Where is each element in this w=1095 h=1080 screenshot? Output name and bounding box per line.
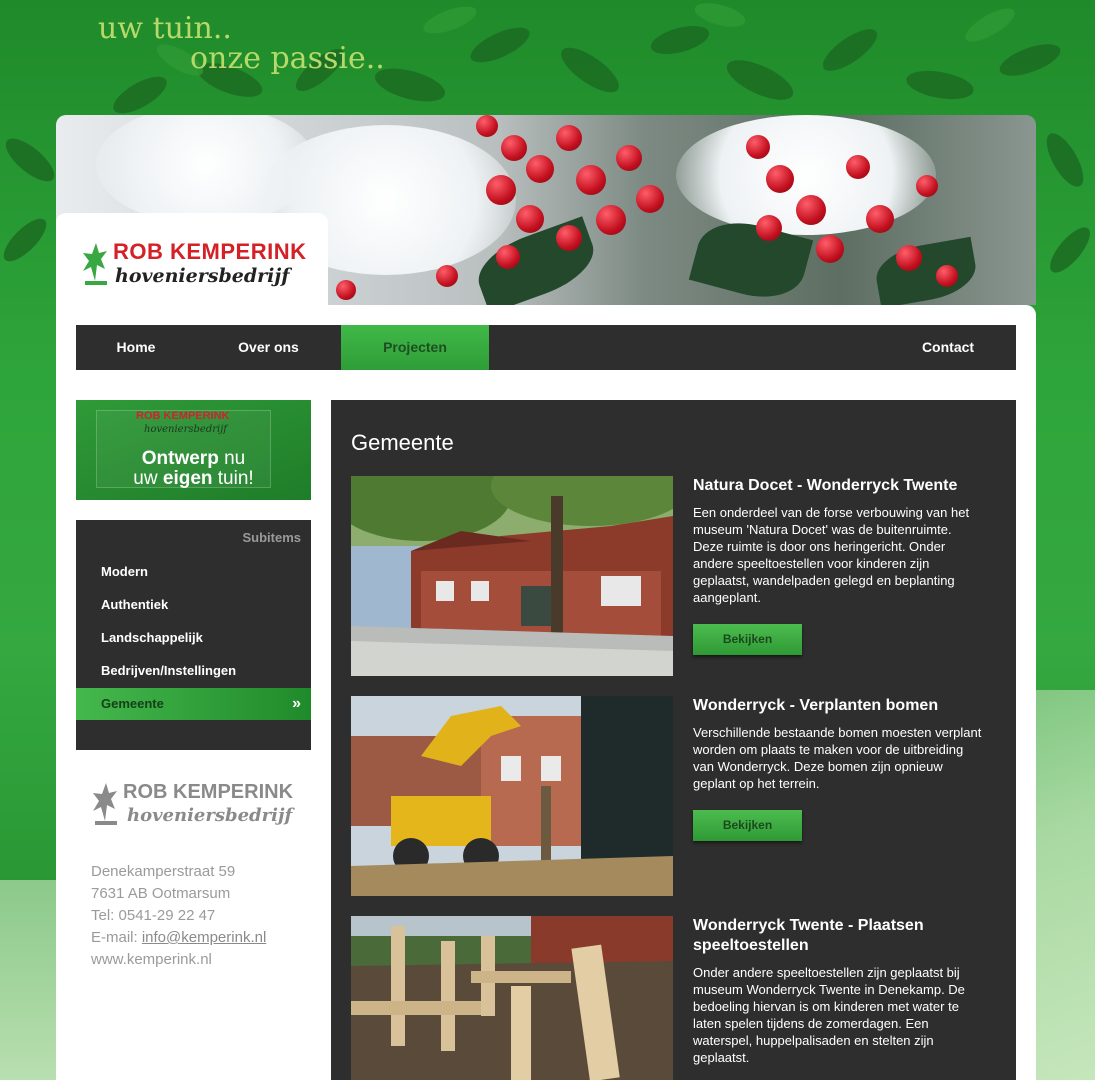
subitems-menu: Subitems Modern Authentiek Landschappeli… [76,520,311,750]
nav-item-contact[interactable]: Contact [888,325,1008,370]
project-item: Wonderryck Twente - Plaatsen speeltoeste… [351,916,996,1080]
project-description: Onder andere speeltoestellen zijn geplaa… [693,965,965,1065]
subnav-item-gemeente-label: Gemeente [101,696,164,711]
view-project-button[interactable]: Bekijken [693,810,802,841]
promo-line-2: uw eigen tuin! [76,468,311,490]
email-link[interactable]: info@kemperink.nl [142,929,266,946]
gardener-icon [93,783,117,825]
projects-panel: Gemeente Natura Docet - Wonderryck Twent… [331,400,1016,1080]
subnav-item-modern[interactable]: Modern [76,556,311,588]
address-city: 7631 AB Ootmarsum [91,885,231,902]
project-title[interactable]: Wonderryck - Verplanten bomen [693,696,983,716]
nav-item-projecten[interactable]: Projecten [341,325,489,370]
project-description: Een onderdeel van de forse verbouwing va… [693,505,970,605]
subnav-item-landschappelijk[interactable]: Landschappelijk [76,622,311,654]
address-phone: Tel: 0541-29 22 47 [91,907,216,924]
contact-address: Denekamperstraat 59 7631 AB Ootmarsum Te… [91,861,266,971]
logo-tab: ROB KEMPERINK hoveniersbedrijf [56,213,328,305]
subnav-item-gemeente[interactable]: Gemeente » [76,688,311,720]
promo-line-1-bold: Ontwerp [141,448,219,469]
logo-subtitle: hoveniersbedrijf [115,265,290,287]
page-container: ROB KEMPERINK hoveniersbedrijf Home Over… [56,115,1036,1080]
design-promo-banner[interactable]: ROB KEMPERINK hoveniersbedrijf Ontwerp n… [76,400,311,500]
footer-logo-subtitle: hoveniersbedrijf [127,805,293,826]
gardener-icon [83,243,107,285]
promo-line-1: Ontwerp nu [76,448,311,470]
promo-line-1-rest: nu [218,448,246,469]
promo-line-2-bold: eigen [162,468,213,489]
address-street: Denekamperstraat 59 [91,863,236,880]
chevron-right-icon: » [292,695,301,712]
project-title[interactable]: Natura Docet - Wonderryck Twente [693,476,983,496]
subnav-item-authentiek[interactable]: Authentiek [76,589,311,621]
logo-name: ROB KEMPERINK [113,239,307,264]
project-photo[interactable] [351,476,673,676]
site-logo[interactable]: ROB KEMPERINK hoveniersbedrijf [81,237,306,293]
promo-line-2-start: uw [133,468,163,489]
email-label: E-mail: [91,929,142,946]
project-title[interactable]: Wonderryck Twente - Plaatsen speeltoeste… [693,916,983,956]
nav-item-over-ons[interactable]: Over ons [206,325,331,370]
project-description: Verschillende bestaande bomen moesten ve… [693,725,982,791]
address-email-row: E-mail: info@kemperink.nl [91,927,266,949]
subnav-item-bedrijven[interactable]: Bedrijven/Instellingen [76,655,311,687]
project-item: Natura Docet - Wonderryck Twente Een ond… [351,476,996,676]
view-project-button[interactable]: Bekijken [693,624,802,655]
project-photo[interactable] [351,916,673,1080]
address-website: www.kemperink.nl [91,951,212,968]
page-title: Gemeente [351,430,454,455]
main-navigation: Home Over ons Projecten Contact [76,325,1016,370]
content-area: Home Over ons Projecten Contact ROB KEMP… [56,305,1036,1080]
project-item: Wonderryck - Verplanten bomen Verschille… [351,696,996,896]
footer-logo-name: ROB KEMPERINK [123,781,294,803]
promo-line-2-end: tuin! [212,468,254,489]
slogan-line-2: onze passie.. [190,41,385,76]
project-photo[interactable] [351,696,673,896]
promo-logo-subtitle: hoveniersbedrijf [144,424,227,435]
subitems-title: Subitems [242,530,301,545]
light-green-panel-left [0,880,60,1080]
promo-logo-name: ROB KEMPERINK [136,410,230,422]
site-slogan: uw tuin.. onze passie.. [98,14,385,74]
nav-item-home[interactable]: Home [76,325,196,370]
footer-logo: ROB KEMPERINK hoveniersbedrijf [91,779,301,835]
